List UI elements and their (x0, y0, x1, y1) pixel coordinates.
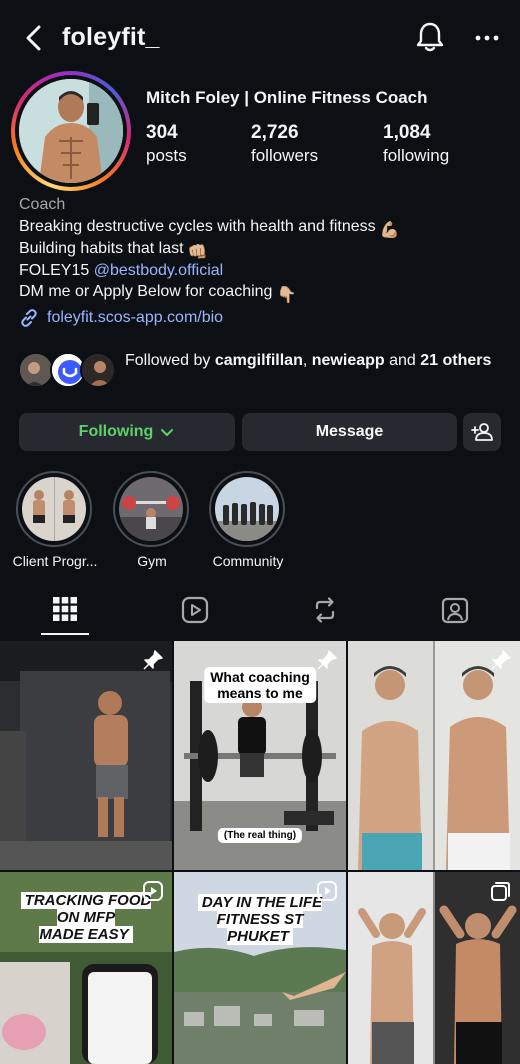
post-caption-bottom: (The real thing) (217, 828, 303, 843)
stat-following[interactable]: 1,084 following (383, 122, 449, 166)
tab-reposts[interactable] (260, 596, 390, 638)
profile-display-name: Mitch Foley | Online Fitness Coach (146, 88, 428, 107)
chevron-down-icon (161, 429, 174, 436)
highlight-label: Gym (137, 553, 167, 569)
highlight-community[interactable]: Community (209, 471, 287, 569)
pin-icon (143, 650, 163, 670)
profile-category: Coach (19, 196, 66, 213)
suggested-users-button[interactable] (463, 413, 501, 451)
followed-by-row[interactable]: Followed by camgilfillan, newieapp and 2… (18, 348, 508, 394)
top-bar: foleyfit_ (0, 0, 520, 78)
highlight-thumbnail (22, 477, 86, 541)
highlight-client-progress[interactable]: Client Progr... (13, 471, 97, 569)
bio-line-1: Breaking destructive cycles with health … (19, 218, 400, 239)
profile-tabs (0, 596, 520, 638)
post-tile-4[interactable]: TRACKING FOOD ON MFP MADE EASY (0, 872, 172, 1064)
highlight-gym[interactable]: Gym (113, 471, 191, 569)
external-link[interactable]: foleyfit.scos-app.com/bio (19, 308, 223, 328)
add-user-icon (471, 423, 493, 441)
highlight-label: Client Progr... (12, 553, 98, 569)
profile-avatar-story-ring[interactable] (11, 71, 131, 191)
follower-avatar-1 (18, 352, 54, 388)
bio-mention-link[interactable]: @bestbody.official (94, 262, 224, 279)
post-tile-2[interactable]: What coaching means to me (The real thin… (174, 641, 346, 870)
more-icon[interactable] (472, 26, 502, 50)
back-icon[interactable] (20, 22, 48, 54)
fist-emoji: 👊🏼 (187, 244, 208, 261)
follower-avatar-3 (80, 352, 116, 388)
reposts-icon (315, 597, 335, 623)
bell-icon[interactable] (414, 20, 446, 54)
flexed-bicep-emoji: 💪🏼 (379, 222, 400, 239)
bio-line-4: DM me or Apply Below for coaching 👇🏼 (19, 283, 297, 304)
highlight-label: Community (212, 553, 284, 569)
highlight-thumbnail (215, 477, 279, 541)
highlight-thumbnail (119, 477, 183, 541)
post-tile-3[interactable] (348, 641, 520, 870)
profile-avatar (19, 79, 123, 183)
bio-line-2: Building habits that last 👊🏼 (19, 240, 208, 261)
posts-grid: What coaching means to me (The real thin… (0, 641, 520, 1064)
reels-icon (181, 596, 209, 624)
message-button[interactable]: Message (242, 413, 457, 451)
stat-followers[interactable]: 2,726 followers (251, 122, 318, 166)
reel-badge-icon (143, 881, 163, 901)
tab-tagged[interactable] (390, 596, 520, 638)
post-tile-1[interactable] (0, 641, 172, 870)
following-button[interactable]: Following (19, 413, 235, 451)
pointing-down-emoji: 👇🏼 (276, 287, 297, 304)
reel-badge-icon (317, 881, 337, 901)
profile-username: foleyfit_ (62, 23, 160, 51)
post-tile-6[interactable] (348, 872, 520, 1064)
link-icon (21, 309, 37, 327)
followed-by-text: Followed by camgilfillan, newieapp and 2… (125, 352, 492, 369)
carousel-icon (491, 882, 510, 901)
post-tile-5[interactable]: DAY IN THE LIFE FITNESS ST PHUKET (174, 872, 346, 1064)
pin-icon (491, 650, 511, 670)
tagged-icon (441, 597, 469, 624)
active-tab-indicator (41, 633, 89, 635)
stat-posts[interactable]: 304 posts (146, 122, 187, 166)
bio-line-3: FOLEY15 @bestbody.official (19, 262, 224, 279)
grid-icon (53, 597, 77, 621)
tab-reels[interactable] (130, 596, 260, 638)
pin-icon (317, 650, 337, 670)
tab-posts-grid[interactable] (0, 596, 130, 638)
post-caption-top: What coaching means to me (204, 667, 316, 703)
